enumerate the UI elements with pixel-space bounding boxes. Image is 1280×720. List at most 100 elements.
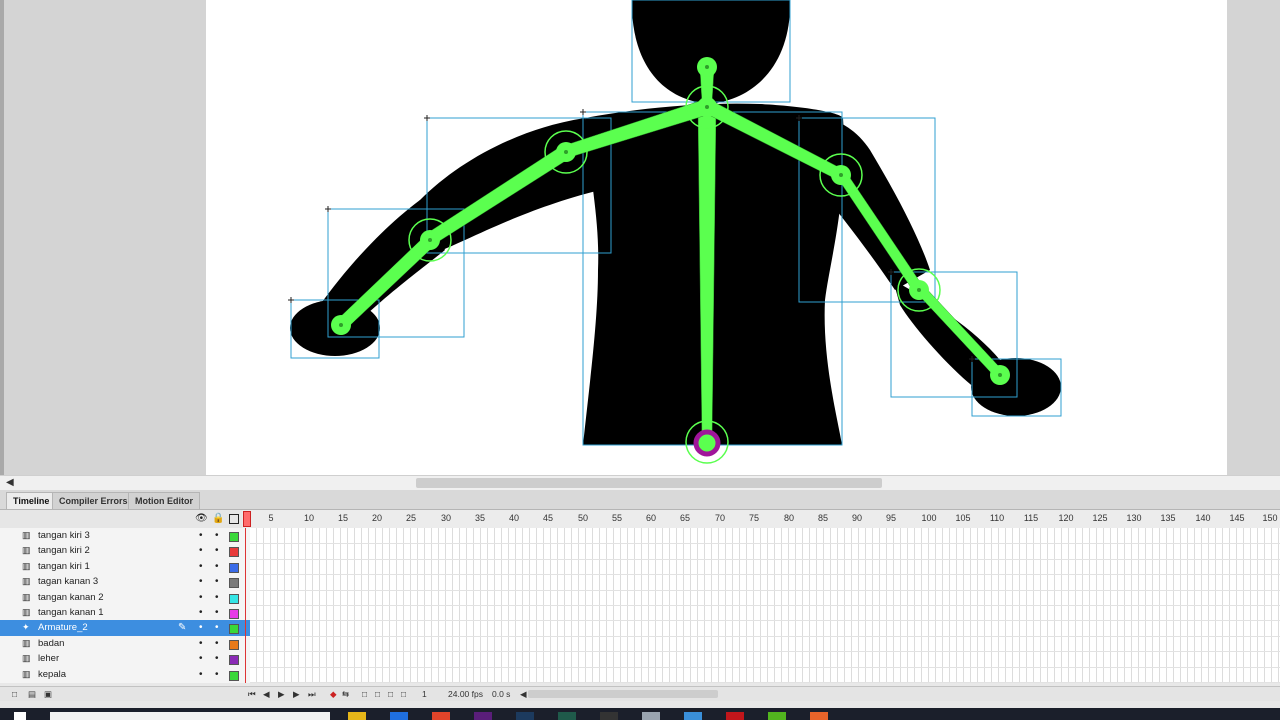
stage-horizontal-scrollbar[interactable]: ◀ xyxy=(0,475,1280,490)
layer-icon: ▥ xyxy=(22,607,31,617)
layer-row[interactable]: ▥ tagan kanan 3 • • xyxy=(0,574,250,589)
layer-color-swatch[interactable] xyxy=(229,593,239,604)
layer-color-swatch[interactable] xyxy=(229,639,239,650)
file-explorer-icon[interactable] xyxy=(348,712,366,720)
lock-dot[interactable]: • xyxy=(215,543,219,558)
layer-color-swatch[interactable] xyxy=(229,670,239,681)
audition-icon[interactable] xyxy=(558,712,576,720)
layer-icon: ▥ xyxy=(22,560,31,571)
layer-color-swatch[interactable] xyxy=(229,624,239,635)
frame-ruler[interactable]: 1 5 10 15 20 25 30 35 40 45 50 55 60 65 … xyxy=(242,510,1280,529)
stage-area[interactable] xyxy=(0,0,1280,475)
last-frame-icon[interactable]: ⏭ xyxy=(308,688,316,700)
app-icon[interactable] xyxy=(810,712,828,720)
layer-name: kepala xyxy=(38,668,66,680)
layer-row[interactable]: ▥ badan • • xyxy=(0,636,250,651)
eye-icon[interactable]: 👁 xyxy=(195,513,208,524)
layer-color-swatch[interactable] xyxy=(229,562,239,573)
layer-color-swatch[interactable] xyxy=(229,578,239,589)
visibility-dot[interactable]: • xyxy=(199,620,203,635)
camtasia-icon[interactable] xyxy=(768,712,786,720)
layer-row[interactable]: ▥ tangan kanan 2 • • xyxy=(0,590,250,605)
loop-icon[interactable]: ⇆ xyxy=(342,688,349,700)
timeline-scrollbar-thumb[interactable] xyxy=(528,690,718,698)
playhead-marker[interactable] xyxy=(243,511,251,527)
first-frame-icon[interactable]: ⏮ xyxy=(248,688,256,700)
scrollbar-thumb[interactable] xyxy=(416,478,882,488)
stage-canvas[interactable] xyxy=(206,0,1227,475)
play-icon[interactable]: ▶ xyxy=(278,688,285,700)
layer-color-swatch[interactable] xyxy=(229,532,239,542)
visibility-dot[interactable]: • xyxy=(199,651,203,666)
animate-icon[interactable] xyxy=(726,712,744,720)
visibility-dot[interactable]: • xyxy=(199,543,203,558)
visibility-dot[interactable]: • xyxy=(199,528,203,543)
layer-row[interactable]: ▥ tangan kiri 2 • • xyxy=(0,543,250,558)
step-back-icon[interactable]: ◀ xyxy=(263,688,270,700)
ruler-label: 95 xyxy=(885,513,897,523)
layer-row[interactable]: ▥ leher • • xyxy=(0,651,250,666)
chrome-icon[interactable] xyxy=(432,712,450,720)
frame-row-divider xyxy=(250,682,1280,683)
new-layer-icon[interactable]: □ xyxy=(12,688,17,700)
layer-color-swatch[interactable] xyxy=(229,547,239,558)
layer-row[interactable]: ▥ tangan kanan 1 • • xyxy=(0,605,250,620)
visibility-dot[interactable]: • xyxy=(199,590,203,605)
delete-layer-icon[interactable]: ▣ xyxy=(44,688,52,700)
lock-dot[interactable]: • xyxy=(215,605,219,620)
obs-icon[interactable] xyxy=(600,712,618,720)
app-icon[interactable] xyxy=(684,712,702,720)
current-frame[interactable]: 1 xyxy=(422,688,427,700)
layer-name: tagan kanan 3 xyxy=(38,576,99,588)
store-icon[interactable] xyxy=(390,712,408,720)
tab-timeline[interactable]: Timeline xyxy=(6,492,57,509)
modify-markers-icon[interactable]: □ xyxy=(401,688,406,700)
ruler-label: 80 xyxy=(783,513,795,523)
photoshop-icon[interactable] xyxy=(516,712,534,720)
lock-dot[interactable]: • xyxy=(215,559,219,574)
tab-motion-editor[interactable]: Motion Editor xyxy=(128,492,200,509)
layer-row-selected[interactable]: ✦ Armature_2 ✎ • • xyxy=(0,620,250,636)
edit-multiple-frames-icon[interactable]: □ xyxy=(388,688,393,700)
frame-rate[interactable]: 24.00 fps xyxy=(448,688,483,700)
character-drawing[interactable] xyxy=(206,0,1227,475)
premiere-icon[interactable] xyxy=(474,712,492,720)
scroll-left-icon[interactable]: ◀ xyxy=(520,688,527,700)
visibility-dot[interactable]: • xyxy=(199,559,203,574)
lock-dot[interactable]: • xyxy=(215,528,219,543)
tab-compiler-errors[interactable]: Compiler Errors xyxy=(52,492,135,509)
center-frame-icon[interactable]: ◆ xyxy=(330,688,337,700)
layer-header: 👁 🔒 xyxy=(0,510,250,529)
lock-dot[interactable]: • xyxy=(215,636,219,651)
visibility-dot[interactable]: • xyxy=(199,605,203,620)
layer-row[interactable]: ▥ kepala • • xyxy=(0,667,250,682)
onion-skin-icon[interactable]: □ xyxy=(362,688,367,700)
app-icon[interactable] xyxy=(642,712,660,720)
step-forward-icon[interactable]: ▶ xyxy=(293,688,300,700)
taskbar-search-box[interactable] xyxy=(50,712,330,720)
layer-color-swatch[interactable] xyxy=(229,609,239,619)
lock-dot[interactable]: • xyxy=(215,590,219,605)
taskbar xyxy=(0,708,1280,720)
layer-row[interactable]: ▥ tangan kiri 1 • • xyxy=(0,559,250,574)
frame-row-divider xyxy=(250,543,1280,545)
scroll-left-icon[interactable]: ◀ xyxy=(6,476,14,490)
lock-icon[interactable]: 🔒 xyxy=(212,513,224,524)
ruler-label: 150 xyxy=(1262,513,1278,523)
lock-dot[interactable]: • xyxy=(215,667,219,682)
windows-start-icon[interactable] xyxy=(14,712,26,720)
visibility-dot[interactable]: • xyxy=(199,574,203,589)
layer-color-swatch[interactable] xyxy=(229,655,239,666)
lock-dot[interactable]: • xyxy=(215,651,219,666)
visibility-dot[interactable]: • xyxy=(199,667,203,682)
new-folder-icon[interactable]: ▤ xyxy=(28,688,36,700)
layer-row[interactable]: ▥ tangan kiri 3 • • xyxy=(0,528,250,543)
ruler-label: 135 xyxy=(1160,513,1176,523)
layer-name: tangan kanan 2 xyxy=(38,591,104,603)
lock-dot[interactable]: • xyxy=(215,620,219,635)
outline-icon[interactable] xyxy=(229,514,239,524)
ruler-label: 35 xyxy=(474,513,486,523)
visibility-dot[interactable]: • xyxy=(199,636,203,651)
onion-outline-icon[interactable]: □ xyxy=(375,688,380,700)
lock-dot[interactable]: • xyxy=(215,574,219,589)
